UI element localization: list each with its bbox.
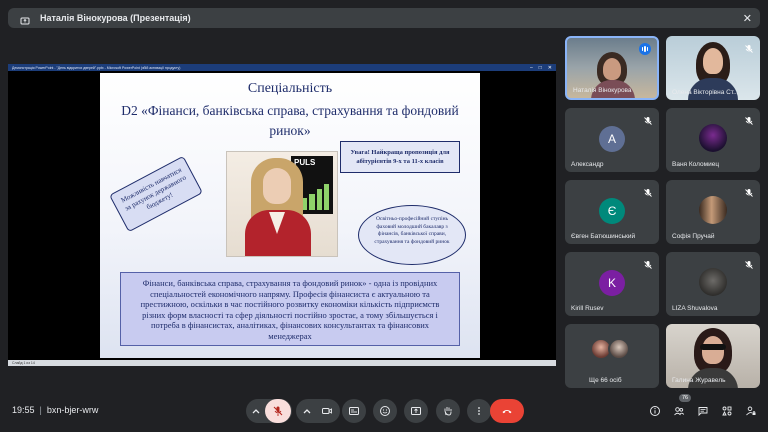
avatar: [699, 196, 727, 224]
call-end-icon: [502, 410, 512, 414]
meeting-code: bxn-bjer-wrw: [46, 405, 99, 415]
chat-button[interactable]: [694, 402, 712, 420]
avatar: [699, 268, 727, 296]
activities-icon: [722, 406, 732, 416]
more-participants-label: Ще 66 осіб: [589, 377, 622, 384]
chat-icon: [698, 407, 708, 417]
degree-callout: Освітньо-професійний ступінь фаховий мол…: [358, 205, 466, 265]
avatar: Є: [599, 198, 625, 224]
participant-name: Євген Батюшинський: [571, 233, 636, 240]
participant-name: Александр: [571, 161, 604, 168]
people-button[interactable]: [670, 402, 688, 420]
presenting-icon: [20, 13, 30, 25]
more-vert-icon: [478, 407, 480, 415]
maximize-icon: □: [538, 64, 542, 71]
participant-tile[interactable]: Є Євген Батюшинський: [565, 180, 659, 244]
participant-tile[interactable]: Галина Журавель: [666, 324, 760, 388]
participant-count-badge: 76: [679, 394, 692, 402]
activities-button[interactable]: [718, 402, 736, 420]
participant-tile[interactable]: LIZA Shuvalova: [666, 252, 760, 316]
participant-tile[interactable]: Наталія Вінокурова: [565, 36, 659, 100]
lock-person-icon: [746, 406, 756, 416]
more-participants-avatars: [590, 338, 630, 360]
hand-icon: [444, 407, 452, 416]
close-icon: ✕: [547, 64, 552, 71]
presentation-header: Наталія Вінокурова (Презентація) ✕: [8, 8, 760, 28]
slide-photo: PULS: [226, 151, 338, 257]
mic-off-icon: [273, 406, 283, 416]
captions-button[interactable]: [342, 399, 366, 423]
participant-tile[interactable]: А Александр: [565, 108, 659, 172]
participant-name: Галина Журавель: [672, 377, 726, 384]
mic-toggle-button[interactable]: [265, 399, 291, 423]
slide-body-text: Фінанси, банківська справа, страхування …: [120, 272, 460, 346]
slide-heading: Спеціальність: [247, 81, 333, 96]
mic-off-icon: [744, 113, 754, 125]
participant-name: Наталія Вінокурова: [573, 87, 632, 94]
mic-off-icon: [744, 41, 754, 53]
participant-name: Софія Пручай: [672, 233, 715, 240]
participant-name: Олена Вікторівна Ст...: [672, 89, 739, 96]
avatar: [699, 124, 727, 152]
participant-name: LIZA Shuvalova: [672, 305, 718, 312]
present-screen-icon: [411, 407, 421, 415]
avatar: А: [599, 126, 625, 152]
avatar: K: [599, 270, 625, 296]
budget-callout: Можливість навчатися за рахунок державно…: [109, 155, 203, 233]
mic-off-icon: [744, 185, 754, 197]
camera-icon: [322, 408, 332, 414]
participant-tile[interactable]: Софія Пручай: [666, 180, 760, 244]
meeting-info: 19:55 | bxn-bjer-wrw: [12, 405, 99, 415]
attention-callout: Увага! Найкраща пропозиція для абітурієн…: [340, 141, 460, 173]
slide-subheading: D2 «Фінанси, банківська справа, страхува…: [121, 103, 459, 138]
host-controls-button[interactable]: [742, 402, 760, 420]
minimize-icon: –: [529, 64, 533, 71]
chevron-up-icon: [252, 409, 260, 414]
participant-tile[interactable]: Олена Вікторівна Ст...: [666, 36, 760, 100]
video-options-button[interactable]: [298, 405, 316, 417]
mic-off-icon: [643, 257, 653, 269]
powerpoint-window-title: Демонстрація PowerPoint - "День відкрити…: [12, 65, 181, 70]
more-participants-tile[interactable]: Ще 66 осіб: [565, 324, 659, 388]
clock-time: 19:55: [12, 405, 35, 415]
meet-window: Наталія Вінокурова (Презентація) ✕ Демон…: [0, 0, 768, 432]
powerpoint-statusbar: Слайд 1 из 14: [8, 360, 556, 366]
info-icon: [650, 406, 660, 416]
participant-name: Ваня Коломиец: [672, 161, 720, 168]
present-button[interactable]: [404, 399, 428, 423]
shared-screen: Демонстрація PowerPoint - "День відкрити…: [8, 64, 556, 366]
control-bar: 19:55 | bxn-bjer-wrw 76: [0, 394, 768, 432]
participant-name: Kirill Rusev: [571, 305, 604, 312]
speaking-indicator-icon: [639, 43, 651, 55]
slide: Спеціальність D2 «Фінанси, банківська сп…: [100, 73, 480, 358]
powerpoint-titlebar: Демонстрація PowerPoint - "День відкрити…: [8, 64, 556, 71]
camera-control-group: [296, 399, 340, 423]
raise-hand-button[interactable]: [436, 399, 460, 423]
close-presentation-icon[interactable]: ✕: [743, 12, 752, 25]
meeting-details-button[interactable]: [646, 402, 664, 420]
presenter-title: Наталія Вінокурова (Презентація): [40, 13, 191, 23]
reactions-button[interactable]: [373, 399, 397, 423]
leave-call-button[interactable]: [490, 399, 524, 423]
mic-off-icon: [643, 185, 653, 197]
captions-icon: [349, 407, 359, 415]
camera-toggle-button[interactable]: [316, 405, 338, 417]
participant-tile[interactable]: K Kirill Rusev: [565, 252, 659, 316]
more-options-button[interactable]: [467, 399, 491, 423]
people-icon: [674, 407, 685, 416]
mic-off-icon: [744, 257, 754, 269]
chevron-up-icon: [303, 409, 311, 414]
emoji-icon: [380, 406, 390, 416]
mic-off-icon: [643, 113, 653, 125]
audio-options-button[interactable]: [247, 405, 265, 417]
participant-tile[interactable]: Ваня Коломиец: [666, 108, 760, 172]
mic-control-group: [246, 399, 292, 423]
